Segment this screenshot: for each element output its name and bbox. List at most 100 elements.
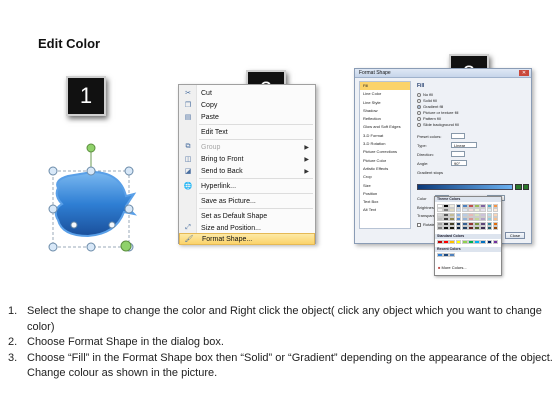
submenu-arrow-icon: ▶	[304, 144, 309, 151]
resize-handle-left[interactable]	[48, 204, 58, 214]
theme-color-swatches[interactable]	[437, 204, 499, 230]
nav-item-fill[interactable]: Fill	[360, 82, 410, 91]
instruction-item: 3. Choose “Fill” in the Format Shape box…	[8, 351, 553, 380]
radio-icon	[417, 110, 421, 115]
paste-icon: ▤	[184, 114, 192, 121]
size-position-icon: ⤢	[185, 224, 191, 231]
menu-separator	[199, 124, 313, 125]
dialog-close-icon[interactable]: ✕	[519, 70, 529, 76]
instruction-item: 2. Choose Format Shape in the dialog box…	[8, 336, 224, 348]
menu-item-cut[interactable]: ✂ Cut	[179, 87, 315, 99]
menu-separator	[199, 193, 313, 194]
color-picker: Theme Colors Standard Colors Recent Colo…	[434, 196, 502, 276]
preset-colors-dropdown[interactable]	[451, 133, 465, 139]
nav-item-alt-text[interactable]: Alt Text	[360, 206, 410, 214]
gradient-stops-bar[interactable]	[417, 184, 513, 190]
standard-color-swatches[interactable]	[437, 240, 499, 244]
menu-item-save-as-picture[interactable]: Save as Picture...	[179, 195, 315, 207]
angle-input[interactable]: 90°	[451, 160, 467, 166]
type-select[interactable]: Linear	[451, 142, 477, 148]
instructions-list: 1. Select the shape to change the color …	[8, 304, 553, 382]
resize-handle-bottom-left[interactable]	[48, 242, 58, 252]
menu-item-paste[interactable]: ▤ Paste	[179, 111, 315, 123]
menu-separator	[199, 178, 313, 179]
nav-item-line-style[interactable]: Line Style	[360, 99, 410, 107]
hyperlink-icon: 🌐	[183, 183, 193, 190]
recent-colors-heading: Recent Colors	[435, 247, 501, 252]
dialog-title: Format Shape	[359, 70, 391, 76]
menu-item-set-default-shape[interactable]: Set as Default Shape	[179, 210, 315, 222]
type-label: Type:	[417, 143, 427, 148]
theme-colors-heading: Theme Colors	[435, 197, 501, 202]
radio-gradient-fill[interactable]: Gradient fill	[417, 104, 443, 109]
adjust-handle-1[interactable]	[70, 221, 78, 229]
close-button[interactable]: Close	[505, 232, 525, 239]
menu-separator	[199, 208, 313, 209]
radio-icon	[417, 122, 421, 127]
dialog-titlebar: Format Shape ✕	[355, 69, 531, 78]
step-badge-1: 1	[66, 76, 106, 116]
nav-item-reflection[interactable]: Reflection	[360, 115, 410, 123]
rotation-handle[interactable]	[86, 143, 96, 153]
palette-icon: ■	[438, 265, 441, 270]
radio-icon	[417, 98, 421, 103]
page-title: Edit Color	[38, 36, 101, 51]
radio-selected-icon	[417, 104, 421, 109]
radio-icon	[417, 116, 421, 121]
direction-dropdown[interactable]	[451, 151, 465, 157]
menu-item-format-shape[interactable]: 🖌 Format Shape...	[179, 233, 315, 245]
more-colors-link[interactable]: ■ More Colors...	[438, 265, 467, 270]
dialog-nav: Fill Line Color Line Style Shadow Reflec…	[359, 81, 411, 229]
menu-separator	[199, 139, 313, 140]
nav-item-picture-color[interactable]: Picture Color	[360, 157, 410, 165]
send-to-back-icon: ◪	[184, 168, 192, 175]
menu-item-edit-text[interactable]: Edit Text	[179, 126, 315, 138]
standard-colors-heading: Standard Colors	[435, 234, 501, 239]
radio-pattern-fill[interactable]: Pattern fill	[417, 116, 441, 121]
menu-item-send-to-back[interactable]: ◪ Send to Back ▶	[179, 165, 315, 177]
menu-item-bring-to-front[interactable]: ◫ Bring to Front ▶	[179, 153, 315, 165]
nav-item-text-box[interactable]: Text Box	[360, 198, 410, 206]
fish-shape[interactable]	[54, 170, 138, 238]
adjust-handle-green[interactable]	[120, 240, 132, 252]
recent-color-swatches[interactable]	[437, 253, 498, 257]
nav-item-picture-corrections[interactable]: Picture Corrections	[360, 148, 410, 156]
radio-slide-background-fill[interactable]: Slide background fill	[417, 122, 459, 127]
radio-solid-fill[interactable]: Solid fill	[417, 98, 437, 103]
gradient-stops-label: Gradient stops	[417, 170, 444, 175]
context-menu: ✂ Cut ❐ Copy ▤ Paste Edit Text ⧉ Group ▶…	[178, 84, 316, 245]
color-label: Color	[417, 196, 427, 201]
adjust-handle-2[interactable]	[108, 221, 116, 229]
nav-item-3d-format[interactable]: 3-D Format	[360, 132, 410, 140]
resize-handle-bottom[interactable]	[86, 242, 96, 252]
resize-handle-top-left[interactable]	[48, 166, 58, 176]
checkbox-icon	[417, 222, 421, 227]
preset-colors-label: Preset colors:	[417, 134, 442, 139]
resize-handle-top[interactable]	[86, 166, 96, 176]
copy-icon: ❐	[184, 102, 192, 109]
nav-item-glow[interactable]: Glow and Soft Edges	[360, 123, 410, 131]
radio-no-fill[interactable]: No fill	[417, 92, 433, 97]
submenu-arrow-icon: ▶	[304, 168, 309, 175]
selected-shape[interactable]	[40, 140, 160, 260]
menu-item-group[interactable]: ⧉ Group ▶	[179, 141, 315, 153]
menu-item-copy[interactable]: ❐ Copy	[179, 99, 315, 111]
format-shape-icon: 🖌	[184, 236, 194, 243]
fill-heading: Fill	[417, 83, 425, 89]
bring-to-front-icon: ◫	[184, 156, 192, 163]
instruction-item: 1. Select the shape to change the color …	[8, 305, 542, 333]
scissors-icon: ✂	[185, 90, 191, 97]
menu-item-hyperlink[interactable]: 🌐 Hyperlink...	[179, 180, 315, 192]
nav-item-3d-rotation[interactable]: 3-D Rotation	[360, 140, 410, 148]
resize-handle-top-right[interactable]	[124, 166, 134, 176]
radio-icon	[417, 92, 421, 97]
nav-item-crop[interactable]: Crop	[360, 173, 410, 181]
nav-item-position[interactable]: Position	[360, 190, 410, 198]
nav-item-shadow[interactable]: Shadow	[360, 107, 410, 115]
nav-item-line-color[interactable]: Line Color	[360, 90, 410, 98]
resize-handle-right[interactable]	[124, 204, 134, 214]
radio-picture-fill[interactable]: Picture or texture fill	[417, 110, 458, 115]
gradient-stop-buttons[interactable]	[515, 184, 529, 190]
nav-item-size[interactable]: Size	[360, 182, 410, 190]
nav-item-artistic-effects[interactable]: Artistic Effects	[360, 165, 410, 173]
